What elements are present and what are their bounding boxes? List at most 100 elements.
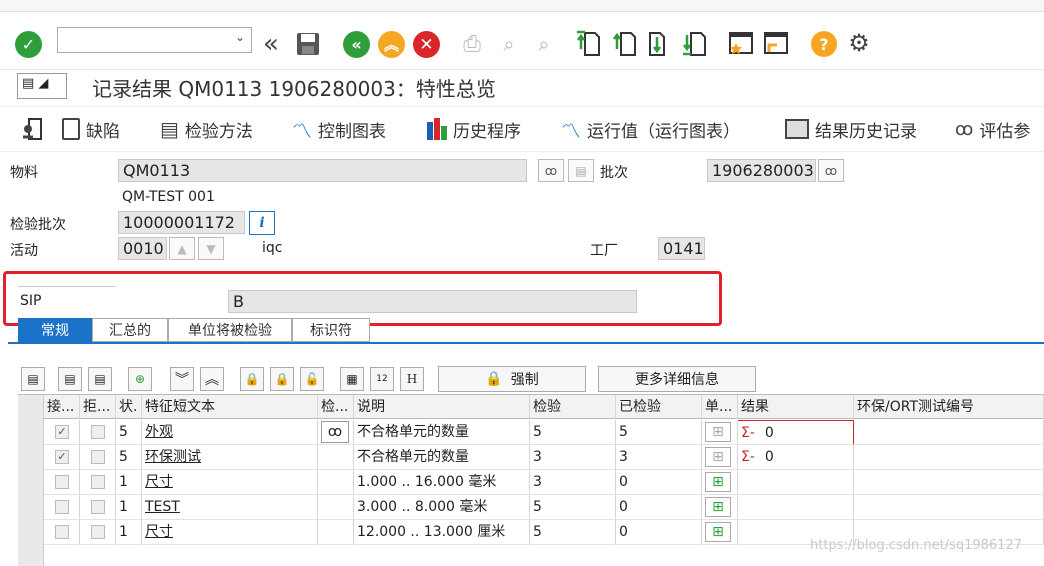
reject-checkbox-box[interactable] (91, 450, 105, 464)
deselect-all-icon[interactable]: ▤ (88, 367, 112, 391)
display-glasses-icon[interactable]: ꝏ (538, 159, 564, 182)
characteristic-link[interactable]: 尺寸 (145, 524, 173, 540)
chevron-down-icon[interactable]: ⌄ (235, 30, 245, 44)
select-all-icon[interactable]: ▤ (58, 367, 82, 391)
reject-checkbox[interactable] (80, 520, 116, 545)
result-cell[interactable]: Σ- 0 (738, 420, 854, 445)
inspection-lot-field[interactable]: 10000001172 (118, 211, 245, 234)
back-double-icon[interactable]: « (258, 29, 284, 59)
reject-checkbox-box[interactable] (91, 500, 105, 514)
characteristic-link[interactable]: 尺寸 (145, 474, 173, 490)
shortcut-icon[interactable] (762, 29, 790, 57)
force-button[interactable]: 🔒 强制 (438, 366, 586, 392)
command-field[interactable]: ⌄ (57, 27, 252, 53)
characteristic-text[interactable]: 环保测试 (142, 445, 318, 470)
column-header[interactable]: 特征短文本 (142, 395, 318, 419)
print-icon[interactable]: ⎙ (458, 30, 486, 58)
lock-icon[interactable]: 🔒 (270, 367, 294, 391)
calculator-icon[interactable]: ▦ (340, 367, 364, 391)
column-header[interactable]: 单... (702, 395, 738, 419)
batch-field[interactable]: 1906280003 (707, 159, 816, 182)
next-page-icon[interactable] (647, 28, 673, 58)
accept-checkbox-box[interactable] (55, 525, 69, 539)
reject-checkbox-box[interactable] (91, 425, 105, 439)
accept-checkbox-box[interactable] (55, 500, 69, 514)
last-page-icon[interactable] (682, 28, 708, 58)
reject-checkbox[interactable] (80, 445, 116, 470)
ort-number-cell[interactable] (854, 470, 1044, 495)
document-icon[interactable]: ▤ (568, 159, 594, 182)
column-header[interactable]: 环保/ORT测试编号 (854, 395, 1044, 419)
accept-checkbox-box[interactable] (55, 475, 69, 489)
cancel-icon[interactable]: ✕ (413, 31, 440, 58)
inspection-method-button[interactable]: ▤ 检验方法 (160, 107, 253, 151)
accept-checkbox-box[interactable]: ✓ (55, 450, 69, 464)
unit-cell[interactable]: ⊞ (702, 495, 738, 520)
ort-number-cell[interactable] (854, 495, 1044, 520)
reject-checkbox-box[interactable] (91, 475, 105, 489)
result-cell[interactable] (738, 470, 854, 495)
save-icon[interactable] (294, 29, 322, 59)
ort-number-cell[interactable] (854, 420, 1044, 445)
characteristic-text[interactable]: TEST (142, 495, 318, 520)
find-next-icon[interactable]: ⌕ (530, 30, 558, 58)
column-header[interactable]: 检验 (530, 395, 616, 419)
reject-checkbox[interactable] (80, 495, 116, 520)
lock-group-icon[interactable]: 🔒 (240, 367, 264, 391)
unit-cell[interactable]: ⊞ (702, 470, 738, 495)
settings-icon[interactable]: ⚙ (845, 29, 873, 57)
plant-field[interactable]: 0141 (658, 237, 705, 260)
add-unit-icon[interactable]: ⊞ (705, 422, 731, 442)
details-icon[interactable]: ▤ (21, 367, 45, 391)
calendar-icon[interactable]: 12 (370, 367, 394, 391)
back-icon[interactable]: « (343, 31, 370, 58)
column-header[interactable]: 状. (116, 395, 142, 419)
inspection-cell[interactable]: ꝏ (318, 420, 354, 445)
unlock-icon[interactable]: 🔓 (300, 367, 324, 391)
column-header[interactable]: 已检验 (616, 395, 702, 419)
accept-checkbox[interactable]: ✓ (44, 420, 80, 445)
result-cell[interactable]: Σ- 0 (738, 445, 854, 470)
accept-checkbox[interactable] (44, 495, 80, 520)
characteristic-text[interactable]: 外观 (142, 420, 318, 445)
add-row-icon[interactable]: ⊕ (128, 367, 152, 391)
arrow-up-icon[interactable]: ▲ (169, 237, 195, 260)
add-unit-icon[interactable]: ⊞ (705, 522, 731, 542)
run-chart-button[interactable]: 〽 运行值（运行图表） (561, 107, 740, 151)
find-icon[interactable]: ⌕ (495, 30, 523, 58)
column-header[interactable]: 接... (44, 395, 80, 419)
exit-icon[interactable]: ︽ (378, 31, 405, 58)
batch-glasses-icon[interactable]: ꝏ (818, 159, 844, 182)
material-field[interactable]: QM0113 (118, 159, 527, 182)
column-header[interactable]: 说明 (354, 395, 530, 419)
characteristic-link[interactable]: 环保测试 (145, 449, 201, 465)
reject-checkbox[interactable] (80, 470, 116, 495)
expand-icon[interactable]: ︽ (200, 367, 224, 391)
collapse-icon[interactable]: ︾ (170, 367, 194, 391)
column-header[interactable]: 检... (318, 395, 354, 419)
add-unit-icon[interactable]: ⊞ (705, 472, 731, 492)
column-header[interactable]: 拒... (80, 395, 116, 419)
first-page-icon[interactable] (576, 28, 602, 58)
characteristic-link[interactable]: 外观 (145, 424, 173, 440)
info-icon[interactable]: i (249, 211, 275, 235)
accept-checkbox[interactable] (44, 520, 80, 545)
tab-units[interactable]: 单位将被检验 (168, 318, 292, 342)
overview-icon[interactable] (20, 116, 44, 142)
header-icon[interactable]: H (400, 367, 424, 391)
characteristic-link[interactable]: TEST (145, 499, 180, 515)
accept-checkbox[interactable] (44, 470, 80, 495)
tab-identifier[interactable]: 标识符 (292, 318, 370, 342)
control-chart-button[interactable]: 〽 控制图表 (292, 107, 386, 151)
tab-general[interactable]: 常规 (18, 318, 92, 342)
column-header[interactable]: 结果 (738, 395, 854, 419)
unit-cell[interactable]: ⊞ (702, 420, 738, 445)
menu-icon[interactable]: ▤ ◢ (17, 73, 67, 99)
accept-checkbox-box[interactable]: ✓ (55, 425, 69, 439)
create-session-icon[interactable] (727, 29, 755, 57)
add-unit-icon[interactable]: ⊞ (705, 447, 731, 467)
ort-number-cell[interactable] (854, 445, 1044, 470)
defect-button[interactable]: 缺陷 (62, 107, 120, 151)
enter-icon[interactable]: ✓ (15, 31, 42, 58)
evaluate-button[interactable]: ꝏ 评估参 (955, 107, 1030, 151)
